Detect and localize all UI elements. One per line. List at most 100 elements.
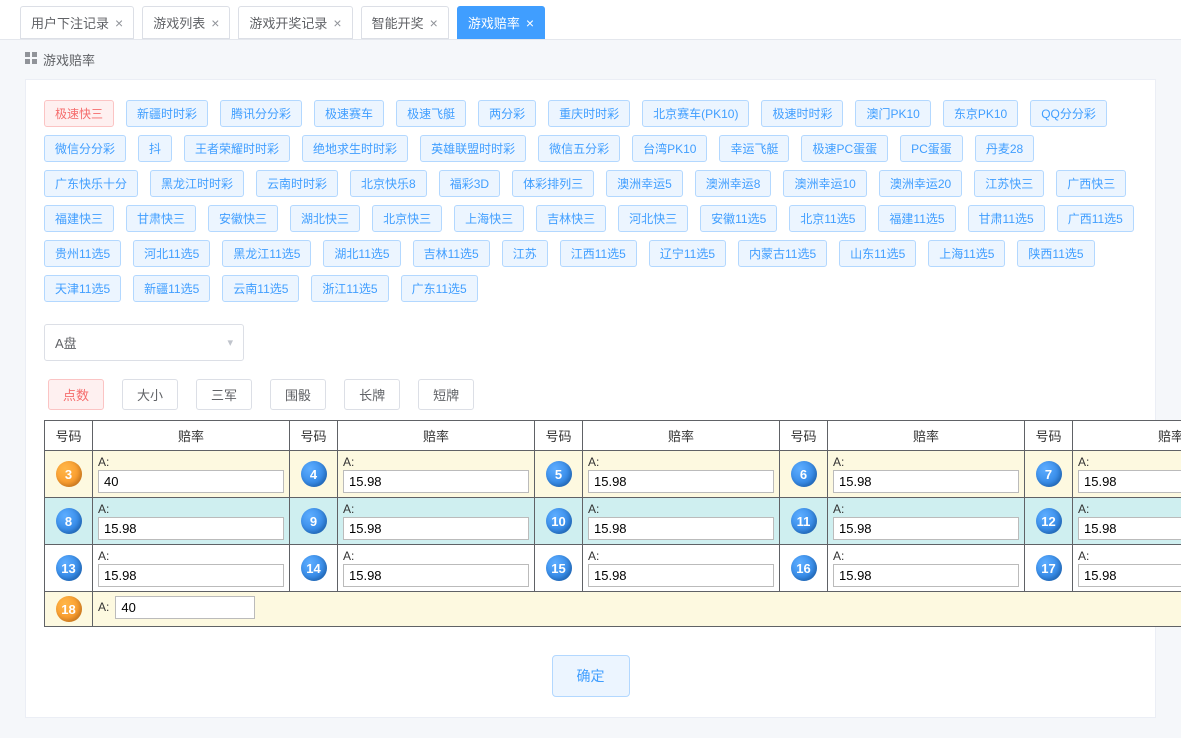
odds-input[interactable]	[588, 470, 774, 493]
game-tag[interactable]: 吉林11选5	[413, 240, 490, 267]
close-icon[interactable]: ×	[115, 15, 123, 31]
top-tab[interactable]: 游戏列表×	[142, 6, 230, 39]
game-tag[interactable]: 广东快乐十分	[44, 170, 138, 197]
confirm-button[interactable]: 确定	[552, 655, 630, 697]
odds-input[interactable]	[343, 470, 529, 493]
game-tag[interactable]: 澳洲幸运20	[879, 170, 962, 197]
game-tag[interactable]: 极速飞艇	[396, 100, 466, 127]
close-icon[interactable]: ×	[526, 15, 534, 31]
sub-tab[interactable]: 短牌	[418, 379, 474, 410]
game-tag[interactable]: 甘肃快三	[126, 205, 196, 232]
close-icon[interactable]: ×	[333, 15, 341, 31]
number-ball: 14	[301, 555, 327, 581]
game-tag[interactable]: 澳洲幸运10	[783, 170, 866, 197]
game-tag[interactable]: 山东11选5	[839, 240, 916, 267]
game-tag[interactable]: 极速赛车	[314, 100, 384, 127]
game-tag[interactable]: 极速PC蛋蛋	[801, 135, 888, 162]
odds-input[interactable]	[1078, 470, 1181, 493]
top-tab[interactable]: 智能开奖×	[361, 6, 449, 39]
game-tag[interactable]: 北京赛车(PK10)	[642, 100, 749, 127]
game-tag[interactable]: 安徽11选5	[700, 205, 777, 232]
game-tag[interactable]: 微信五分彩	[538, 135, 620, 162]
game-tag[interactable]: 澳洲幸运5	[606, 170, 683, 197]
game-tag[interactable]: 吉林快三	[536, 205, 606, 232]
sub-tab[interactable]: 长牌	[344, 379, 400, 410]
top-tab[interactable]: 游戏开奖记录×	[238, 6, 352, 39]
game-tag[interactable]: 体彩排列三	[512, 170, 594, 197]
game-tag[interactable]: 极速快三	[44, 100, 114, 127]
game-tag[interactable]: 澳门PK10	[855, 100, 930, 127]
game-tag[interactable]: 北京11选5	[789, 205, 866, 232]
game-tag[interactable]: 抖	[138, 135, 172, 162]
game-tag[interactable]: 广西快三	[1056, 170, 1126, 197]
sub-tab[interactable]: 点数	[48, 379, 104, 410]
game-tag[interactable]: 丹麦28	[975, 135, 1034, 162]
top-tab[interactable]: 游戏赔率×	[457, 6, 545, 39]
game-tag[interactable]: 绝地求生时时彩	[302, 135, 408, 162]
top-tab[interactable]: 用户下注记录×	[20, 6, 134, 39]
game-tag[interactable]: 英雄联盟时时彩	[420, 135, 526, 162]
game-tag[interactable]: 江苏	[502, 240, 548, 267]
game-tag[interactable]: 幸运飞艇	[719, 135, 789, 162]
game-tag[interactable]: 天津11选5	[44, 275, 121, 302]
game-tag[interactable]: 陕西11选5	[1017, 240, 1094, 267]
game-tag[interactable]: 澳洲幸运8	[695, 170, 772, 197]
odds-input[interactable]	[1078, 517, 1181, 540]
odds-input[interactable]	[833, 470, 1019, 493]
odds-input[interactable]	[588, 564, 774, 587]
odds-input[interactable]	[115, 596, 255, 619]
game-tag[interactable]: QQ分分彩	[1030, 100, 1107, 127]
game-tag[interactable]: 内蒙古11选5	[738, 240, 827, 267]
game-tag[interactable]: 极速时时彩	[761, 100, 843, 127]
game-tag[interactable]: 重庆时时彩	[548, 100, 630, 127]
game-tag[interactable]: 腾讯分分彩	[220, 100, 302, 127]
game-tag[interactable]: 上海11选5	[928, 240, 1005, 267]
game-tag[interactable]: 福建快三	[44, 205, 114, 232]
sub-tab[interactable]: 大小	[122, 379, 178, 410]
odds-input[interactable]	[588, 517, 774, 540]
odds-input[interactable]	[98, 564, 284, 587]
game-tag[interactable]: PC蛋蛋	[900, 135, 963, 162]
game-tag[interactable]: 微信分分彩	[44, 135, 126, 162]
game-tag[interactable]: 王者荣耀时时彩	[184, 135, 290, 162]
game-tag[interactable]: 广西11选5	[1057, 205, 1134, 232]
odds-input[interactable]	[833, 517, 1019, 540]
sub-tab[interactable]: 围骰	[270, 379, 326, 410]
game-tag[interactable]: 广东11选5	[401, 275, 478, 302]
game-tag[interactable]: 黑龙江11选5	[222, 240, 311, 267]
odds-input[interactable]	[343, 564, 529, 587]
game-tag[interactable]: 东京PK10	[943, 100, 1018, 127]
game-tag[interactable]: 福建11选5	[878, 205, 955, 232]
game-tag[interactable]: 甘肃11选5	[968, 205, 1045, 232]
odds-input[interactable]	[343, 517, 529, 540]
game-tag[interactable]: 黑龙江时时彩	[150, 170, 244, 197]
game-tag[interactable]: 云南11选5	[222, 275, 299, 302]
game-tag[interactable]: 新疆时时彩	[126, 100, 208, 127]
game-tag[interactable]: 江西11选5	[560, 240, 637, 267]
game-tag[interactable]: 新疆11选5	[133, 275, 210, 302]
game-tag[interactable]: 湖北11选5	[323, 240, 400, 267]
game-tag[interactable]: 湖北快三	[290, 205, 360, 232]
game-tag[interactable]: 福彩3D	[439, 170, 500, 197]
odds-input[interactable]	[98, 470, 284, 493]
disk-select[interactable]: A盘 ▾	[44, 324, 244, 361]
game-tag[interactable]: 上海快三	[454, 205, 524, 232]
game-tag[interactable]: 台湾PK10	[632, 135, 707, 162]
game-tag[interactable]: 两分彩	[478, 100, 536, 127]
game-tag[interactable]: 浙江11选5	[311, 275, 388, 302]
game-tag[interactable]: 云南时时彩	[256, 170, 338, 197]
game-tag[interactable]: 北京快三	[372, 205, 442, 232]
game-tag[interactable]: 安徽快三	[208, 205, 278, 232]
sub-tab[interactable]: 三军	[196, 379, 252, 410]
close-icon[interactable]: ×	[211, 15, 219, 31]
odds-input[interactable]	[1078, 564, 1181, 587]
game-tag[interactable]: 江苏快三	[974, 170, 1044, 197]
game-tag[interactable]: 河北快三	[618, 205, 688, 232]
game-tag[interactable]: 河北11选5	[133, 240, 210, 267]
game-tag[interactable]: 辽宁11选5	[649, 240, 726, 267]
odds-input[interactable]	[833, 564, 1019, 587]
close-icon[interactable]: ×	[430, 15, 438, 31]
game-tag[interactable]: 贵州11选5	[44, 240, 121, 267]
game-tag[interactable]: 北京快乐8	[350, 170, 427, 197]
odds-input[interactable]	[98, 517, 284, 540]
